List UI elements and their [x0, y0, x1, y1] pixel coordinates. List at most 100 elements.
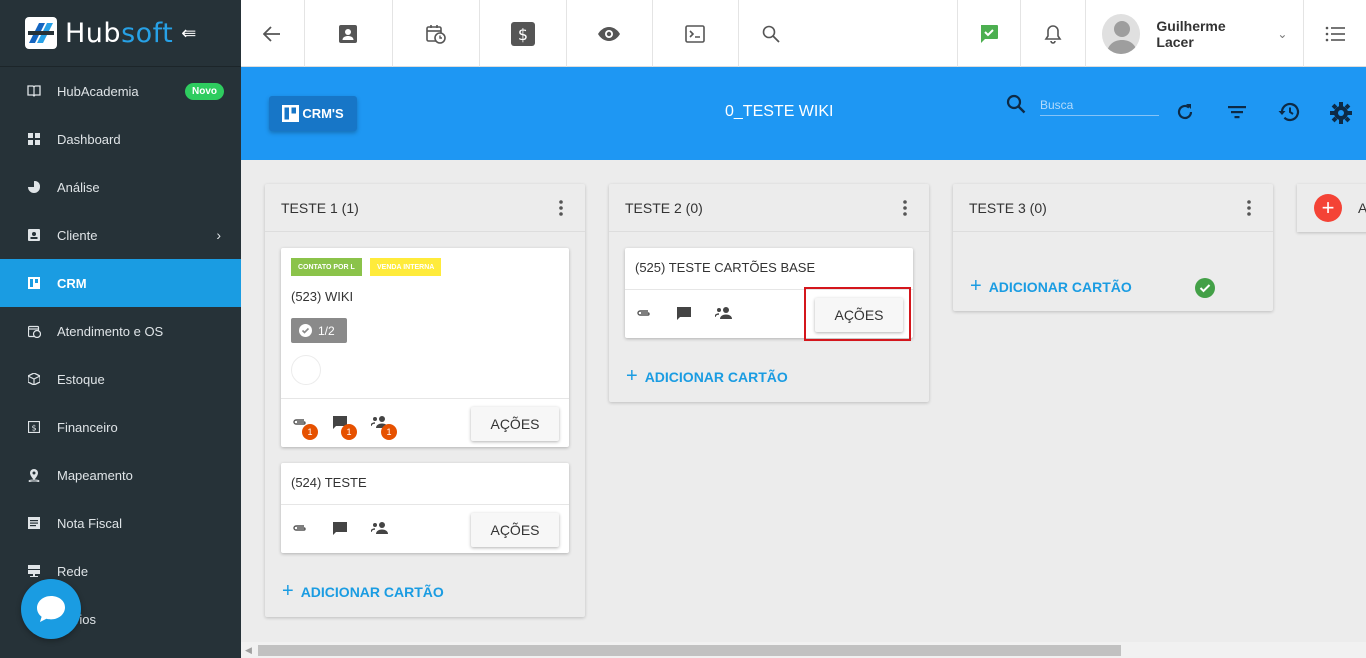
sidebar-item-label: Cliente: [57, 227, 98, 243]
horizontal-scrollbar[interactable]: ◀: [241, 642, 1366, 658]
sidebar-menu: HubAcademia Novo Dashboard Análise Clien…: [0, 67, 241, 643]
paperclip-icon[interactable]: [636, 308, 652, 318]
check-circle-icon: [1195, 278, 1215, 298]
sidebar-item-label: Análise: [57, 179, 100, 195]
finance-button[interactable]: $: [480, 0, 567, 67]
sidebar-item-financeiro[interactable]: $ Financeiro: [0, 403, 241, 451]
sidebar-item-nota-fiscal[interactable]: Nota Fiscal: [0, 499, 241, 547]
user-menu[interactable]: Guilherme Lacer ⌄: [1086, 0, 1305, 67]
board-search-input[interactable]: [1040, 94, 1159, 116]
user-name: Guilherme Lacer: [1156, 17, 1226, 50]
add-card-label: ADICIONAR CARTÃO: [988, 278, 1132, 295]
refresh-icon[interactable]: [1175, 102, 1195, 122]
history-icon[interactable]: [1278, 102, 1300, 122]
collapse-sidebar-icon[interactable]: ⇚: [181, 23, 196, 44]
sidebar-item-label: Atendimento e OS: [57, 323, 164, 339]
more-vertical-icon[interactable]: [903, 200, 907, 216]
plus-icon: +: [282, 580, 294, 602]
card-actions-button[interactable]: AÇÕES: [471, 407, 559, 441]
sidebar: Hubsoft ⇚ HubAcademia Novo Dashboard Aná…: [0, 0, 241, 658]
card-actions-button[interactable]: AÇÕES: [471, 513, 559, 547]
card-title: (523) WIKI: [291, 289, 354, 304]
plus-icon: +: [970, 275, 982, 297]
notifications-button[interactable]: [1021, 0, 1086, 67]
board-column: TESTE 1 (1) CONTATO POR L VENDA INTERNA …: [265, 184, 585, 617]
terminal-button[interactable]: [653, 0, 739, 67]
add-column-button[interactable]: + A: [1297, 184, 1366, 232]
add-card-button[interactable]: + ADICIONAR CARTÃO: [626, 365, 788, 388]
scrollbar-thumb[interactable]: [258, 645, 1121, 656]
svg-text:$: $: [517, 25, 527, 44]
sidebar-item-atendimento[interactable]: Atendimento e OS: [0, 307, 241, 355]
add-card-button[interactable]: + ADICIONAR CARTÃO: [970, 275, 1132, 298]
grid-icon: [27, 132, 41, 146]
arrow-left-icon: [263, 25, 281, 42]
sidebar-item-estoque[interactable]: Estoque: [0, 355, 241, 403]
money-icon: $: [27, 420, 41, 434]
check-circle-icon: [299, 324, 312, 337]
sidebar-item-hubacademia[interactable]: HubAcademia Novo: [0, 67, 241, 115]
hubsoft-logo-icon: [25, 17, 57, 49]
kanban-card[interactable]: CONTATO POR L VENDA INTERNA (523) WIKI 1…: [281, 248, 569, 447]
chevron-down-icon: ⌄: [1277, 26, 1288, 41]
eye-icon: [598, 26, 621, 41]
members-icon[interactable]: [715, 306, 733, 319]
kanban-card[interactable]: (524) TESTE AÇÕES: [281, 463, 569, 553]
pie-chart-icon: [27, 180, 41, 194]
view-button[interactable]: [567, 0, 653, 67]
sidebar-item-analise[interactable]: Análise: [0, 163, 241, 211]
add-card-label: ADICIONAR CARTÃO: [644, 368, 788, 385]
sidebar-item-mapeamento[interactable]: Mapeamento: [0, 451, 241, 499]
avatar: [1101, 13, 1141, 54]
bell-icon: [1044, 24, 1062, 44]
add-card-label: ADICIONAR CARTÃO: [300, 583, 444, 600]
map-pin-icon: [27, 468, 41, 482]
board-icon: [27, 276, 41, 290]
more-vertical-icon[interactable]: [559, 200, 563, 216]
sidebar-item-crm[interactable]: CRM: [0, 259, 241, 307]
box-icon: [27, 372, 41, 386]
schedule-button[interactable]: [393, 0, 480, 67]
search-button[interactable]: [739, 0, 804, 67]
member-avatar-placeholder: [291, 355, 321, 385]
menu-list-button[interactable]: [1304, 0, 1366, 67]
member-count-badge: 1: [381, 424, 397, 440]
paperclip-icon[interactable]: [292, 523, 308, 533]
column-title: TESTE 1 (1): [281, 199, 359, 216]
settings-gear-icon[interactable]: [1330, 102, 1352, 124]
chat-widget-button[interactable]: [21, 579, 81, 639]
add-card-button[interactable]: + ADICIONAR CARTÃO: [282, 580, 444, 603]
chevron-right-icon: ›: [216, 227, 221, 243]
highlight-box: [804, 287, 911, 341]
sidebar-item-cliente[interactable]: Cliente ›: [0, 211, 241, 259]
attachment-count-badge: 1: [302, 424, 318, 440]
sidebar-item-dashboard[interactable]: Dashboard: [0, 115, 241, 163]
sidebar-item-label: Estoque: [57, 371, 105, 387]
comment-icon[interactable]: [676, 306, 692, 321]
check-message-icon: [980, 24, 998, 43]
scroll-left-icon[interactable]: ◀: [245, 645, 252, 656]
back-button[interactable]: [241, 0, 305, 67]
sidebar-item-label: Rede: [57, 563, 89, 579]
plus-icon: +: [626, 365, 638, 387]
filter-icon[interactable]: [1227, 102, 1247, 122]
search-icon[interactable]: [1006, 94, 1026, 114]
comment-icon[interactable]: [332, 521, 348, 536]
comment-count-badge: 1: [341, 424, 357, 440]
sidebar-item-label: HubAcademia: [57, 83, 139, 99]
card-title: (525) TESTE CARTÕES BASE: [635, 260, 816, 275]
board-column: TESTE 3 (0) + ADICIONAR CARTÃO: [953, 184, 1273, 311]
board-title: 0_TESTE WIKI: [725, 103, 834, 120]
crms-button[interactable]: CRM'S: [269, 96, 357, 131]
server-icon: [27, 564, 41, 578]
column-title: TESTE 2 (0): [625, 199, 703, 216]
contacts-button[interactable]: [305, 0, 393, 67]
card-tag: VENDA INTERNA: [370, 258, 442, 276]
sidebar-header: Hubsoft ⇚: [0, 0, 241, 67]
document-icon: [27, 516, 41, 530]
more-vertical-icon[interactable]: [1247, 200, 1251, 216]
list-icon: [1325, 26, 1346, 41]
tasks-button[interactable]: [958, 0, 1022, 67]
members-icon[interactable]: [371, 521, 389, 534]
column-header: TESTE 1 (1): [265, 184, 585, 232]
